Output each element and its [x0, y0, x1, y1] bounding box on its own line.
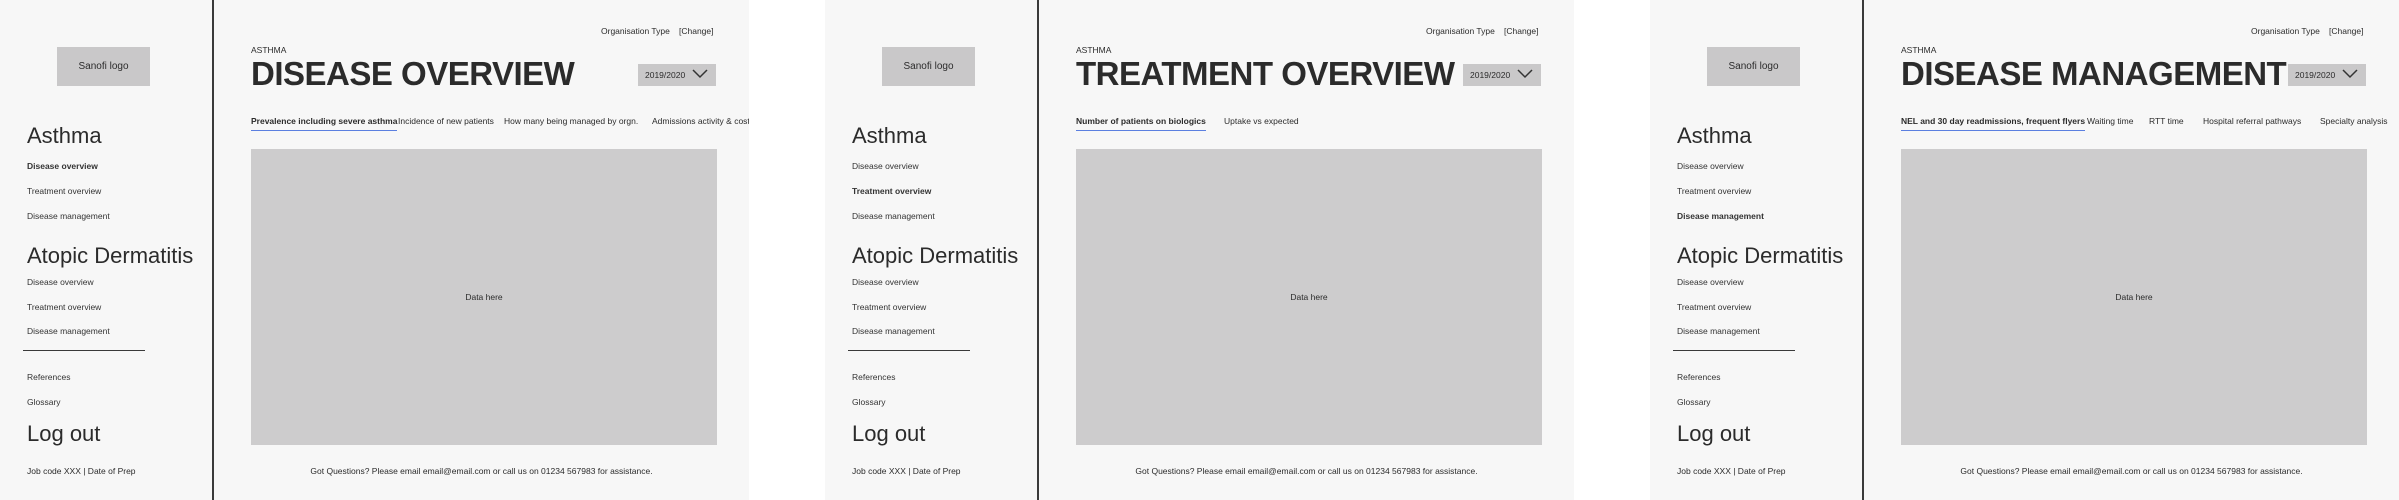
organisation-type-label: Organisation Type [601, 26, 670, 36]
nav-glossary[interactable]: Glossary [852, 397, 886, 407]
sanofi-logo: Sanofi logo [57, 47, 150, 86]
data-placeholder-label: Data here [465, 292, 503, 302]
main-content: Organisation Type [Change] ASTHMA DISEAS… [214, 0, 749, 500]
page-title: DISEASE OVERVIEW [251, 55, 575, 92]
sidebar: Sanofi logo Asthma Disease overview Trea… [825, 0, 1039, 500]
breadcrumb: ASTHMA [1901, 45, 1937, 55]
nav-asthma-treatment-overview[interactable]: Treatment overview [1677, 186, 1751, 196]
nav-asthma-disease-overview[interactable]: Disease overview [852, 161, 919, 171]
footer-contact: Got Questions? Please email email@email.… [1135, 466, 1478, 476]
data-placeholder: Data here [1076, 149, 1542, 445]
tab-waiting-time[interactable]: Waiting time [2087, 116, 2133, 130]
atopic-dermatitis-section-title: Atopic Dermatitis [1677, 243, 1844, 268]
breadcrumb: ASTHMA [1076, 45, 1112, 55]
nav-asthma-disease-overview[interactable]: Disease overview [27, 161, 98, 171]
year-select-value: 2019/2020 [645, 70, 686, 80]
atopic-dermatitis-section-title: Atopic Dermatitis [852, 243, 1019, 268]
main-content: Organisation Type [Change] ASTHMA DISEAS… [1864, 0, 2399, 500]
nav-asthma-treatment-overview[interactable]: Treatment overview [852, 186, 931, 196]
footer-contact: Got Questions? Please email email@email.… [1960, 466, 2303, 476]
nav-references[interactable]: References [852, 372, 895, 382]
nav-references[interactable]: References [1677, 372, 1720, 382]
atopic-dermatitis-section-title: Atopic Dermatitis [27, 243, 194, 268]
tab-prevalence[interactable]: Prevalence including severe asthma [251, 116, 398, 131]
sidebar: Sanofi logo Asthma Disease overview Trea… [0, 0, 214, 500]
footer-contact: Got Questions? Please email email@email.… [310, 466, 653, 476]
sanofi-logo: Sanofi logo [882, 47, 975, 86]
nav-glossary[interactable]: Glossary [1677, 397, 1711, 407]
asthma-section-title: Asthma [1677, 123, 1752, 148]
data-placeholder: Data here [1901, 149, 2367, 445]
logout-button[interactable]: Log out [1677, 421, 1750, 447]
job-code: Job code XXX | Date of Prep [27, 466, 136, 476]
nav-ad-treatment-overview[interactable]: Treatment overview [27, 302, 101, 312]
logout-button[interactable]: Log out [27, 421, 100, 447]
change-org-link[interactable]: [Change] [679, 26, 714, 36]
nav-glossary[interactable]: Glossary [27, 397, 61, 407]
organisation-type-label: Organisation Type [1426, 26, 1495, 36]
nav-asthma-treatment-overview[interactable]: Treatment overview [27, 186, 101, 196]
chevron-down-icon [692, 69, 708, 79]
main-content: Organisation Type [Change] ASTHMA TREATM… [1039, 0, 1574, 500]
logout-button[interactable]: Log out [852, 421, 925, 447]
year-select-value: 2019/2020 [1470, 70, 1511, 80]
data-placeholder-label: Data here [2115, 292, 2153, 302]
tab-referral-pathways[interactable]: Hospital referral pathways [2203, 116, 2301, 130]
page-title: TREATMENT OVERVIEW [1076, 55, 1455, 92]
nav-ad-treatment-overview[interactable]: Treatment overview [852, 302, 926, 312]
asthma-section-title: Asthma [852, 123, 927, 148]
nav-ad-disease-management[interactable]: Disease management [852, 326, 935, 336]
tab-rtt-time[interactable]: RTT time [2149, 116, 2184, 130]
asthma-section-title: Asthma [27, 123, 102, 148]
nav-ad-disease-overview[interactable]: Disease overview [1677, 277, 1744, 287]
sanofi-logo: Sanofi logo [1707, 47, 1800, 86]
change-org-link[interactable]: [Change] [2329, 26, 2364, 36]
chevron-down-icon [1517, 69, 1533, 79]
sidebar: Sanofi logo Asthma Disease overview Trea… [1650, 0, 1864, 500]
nav-asthma-disease-management[interactable]: Disease management [852, 211, 935, 221]
sidebar-divider [23, 350, 145, 351]
tab-specialty-analysis[interactable]: Specialty analysis [2320, 116, 2388, 130]
year-select[interactable]: 2019/2020 [638, 64, 716, 86]
nav-references[interactable]: References [27, 372, 70, 382]
tab-incidence[interactable]: Incidence of new patients [398, 116, 494, 130]
nav-asthma-disease-overview[interactable]: Disease overview [1677, 161, 1744, 171]
breadcrumb: ASTHMA [251, 45, 287, 55]
nav-ad-disease-overview[interactable]: Disease overview [27, 277, 94, 287]
sidebar-divider [848, 350, 970, 351]
page-title: DISEASE MANAGEMENT [1901, 55, 2287, 92]
nav-ad-disease-overview[interactable]: Disease overview [852, 277, 919, 287]
organisation-type-label: Organisation Type [2251, 26, 2320, 36]
chevron-down-icon [2342, 69, 2358, 79]
nav-asthma-disease-management[interactable]: Disease management [27, 211, 110, 221]
tab-patients-on-biologics[interactable]: Number of patients on biologics [1076, 116, 1206, 131]
job-code: Job code XXX | Date of Prep [1677, 466, 1786, 476]
nav-asthma-disease-management[interactable]: Disease management [1677, 211, 1764, 221]
job-code: Job code XXX | Date of Prep [852, 466, 961, 476]
year-select-value: 2019/2020 [2295, 70, 2336, 80]
screen-disease-overview: Sanofi logo Asthma Disease overview Trea… [0, 0, 749, 500]
year-select[interactable]: 2019/2020 [2288, 64, 2366, 86]
screen-treatment-overview: Sanofi logo Asthma Disease overview Trea… [825, 0, 1574, 500]
nav-ad-disease-management[interactable]: Disease management [1677, 326, 1760, 336]
data-placeholder-label: Data here [1290, 292, 1328, 302]
sidebar-divider [1673, 350, 1795, 351]
nav-ad-disease-management[interactable]: Disease management [27, 326, 110, 336]
tab-admissions[interactable]: Admissions activity & cost [652, 116, 749, 130]
tab-nel-readmissions[interactable]: NEL and 30 day readmissions, frequent fl… [1901, 116, 2086, 131]
year-select[interactable]: 2019/2020 [1463, 64, 1541, 86]
screen-disease-management: Sanofi logo Asthma Disease overview Trea… [1650, 0, 2399, 500]
data-placeholder: Data here [251, 149, 717, 445]
nav-ad-treatment-overview[interactable]: Treatment overview [1677, 302, 1751, 312]
change-org-link[interactable]: [Change] [1504, 26, 1539, 36]
tab-managed-by-orgn[interactable]: How many being managed by orgn. [504, 116, 638, 130]
tab-uptake-vs-expected[interactable]: Uptake vs expected [1224, 116, 1299, 130]
